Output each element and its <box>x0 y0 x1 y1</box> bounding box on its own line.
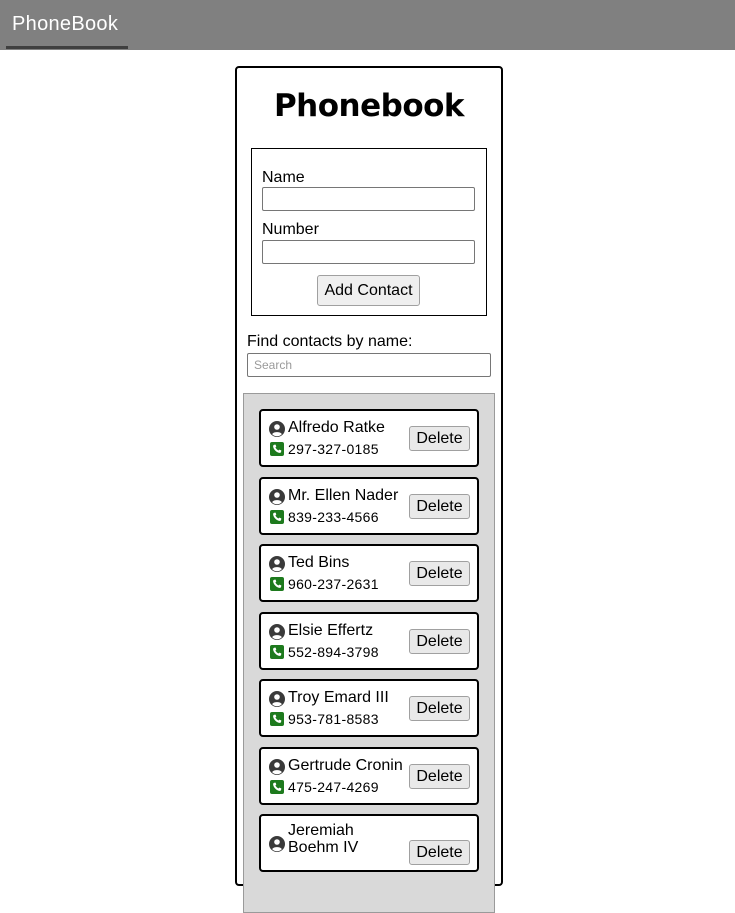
contact-number: 552-894-3798 <box>288 644 379 660</box>
phone-icon <box>270 510 284 524</box>
name-input[interactable] <box>262 187 475 211</box>
delete-contact-button[interactable]: Delete <box>409 764 470 789</box>
contact-name: Ted Bins <box>288 554 350 571</box>
contact-item: Gertrude Cronin 475-247-4269 Delete <box>259 747 479 805</box>
contact-name: Gertrude Cronin <box>288 757 403 774</box>
contact-list: Alfredo Ratke 297-327-0185 Delete Mr. Ellen… <box>243 393 495 913</box>
person-icon <box>269 691 285 707</box>
person-icon <box>269 489 285 505</box>
number-label: Number <box>262 221 319 238</box>
delete-contact-button[interactable]: Delete <box>409 629 470 654</box>
delete-contact-button[interactable]: Delete <box>409 696 470 721</box>
phone-icon <box>270 780 284 794</box>
delete-contact-button[interactable]: Delete <box>409 494 470 519</box>
page-title: Phonebook <box>273 88 465 124</box>
phonebook-card: Phonebook Name Number Add Contact Find c… <box>235 66 503 913</box>
contact-number: 297-327-0185 <box>288 441 379 457</box>
phone-icon <box>270 442 284 456</box>
add-contact-form: Name Number Add Contact <box>251 148 487 316</box>
delete-contact-button[interactable]: Delete <box>409 426 470 451</box>
delete-contact-button[interactable]: Delete <box>409 561 470 586</box>
contact-name: Elsie Effertz <box>288 622 374 639</box>
phone-icon <box>270 577 284 591</box>
contact-item: Alfredo Ratke 297-327-0185 Delete <box>259 409 479 467</box>
tab-phonebook[interactable]: PhoneBook <box>6 0 128 50</box>
person-icon <box>269 556 285 572</box>
phone-icon <box>270 645 284 659</box>
name-label: Name <box>262 169 305 186</box>
contact-name: Mr. Ellen Nader <box>288 487 399 504</box>
contact-number: 953-781-8583 <box>288 711 379 727</box>
contact-name: Jeremiah Boehm IV <box>288 822 359 856</box>
person-icon <box>269 836 285 852</box>
search-input[interactable]: Search <box>247 353 491 377</box>
contact-item: Troy Emard III 953-781-8583 Delete <box>259 679 479 737</box>
contact-item: Jeremiah Boehm IV Delete <box>259 814 479 872</box>
person-icon <box>269 421 285 437</box>
contact-item: Elsie Effertz 552-894-3798 Delete <box>259 612 479 670</box>
add-contact-button[interactable]: Add Contact <box>317 275 420 306</box>
contact-item: Mr. Ellen Nader 839-233-4566 Delete <box>259 477 479 535</box>
number-input[interactable] <box>262 240 475 264</box>
person-icon <box>269 624 285 640</box>
app-bar: PhoneBook <box>0 0 735 50</box>
contact-number: 475-247-4269 <box>288 779 379 795</box>
contact-name: Troy Emard III <box>288 689 389 706</box>
contact-item: Ted Bins 960-237-2631 Delete <box>259 544 479 602</box>
active-tab-indicator <box>6 46 128 49</box>
contact-number: 960-237-2631 <box>288 576 379 592</box>
contact-name: Alfredo Ratke <box>288 419 385 436</box>
contact-number: 839-233-4566 <box>288 509 379 525</box>
phone-icon <box>270 712 284 726</box>
filter-label: Find contacts by name: <box>247 333 413 350</box>
person-icon <box>269 759 285 775</box>
delete-contact-button[interactable]: Delete <box>409 840 470 865</box>
